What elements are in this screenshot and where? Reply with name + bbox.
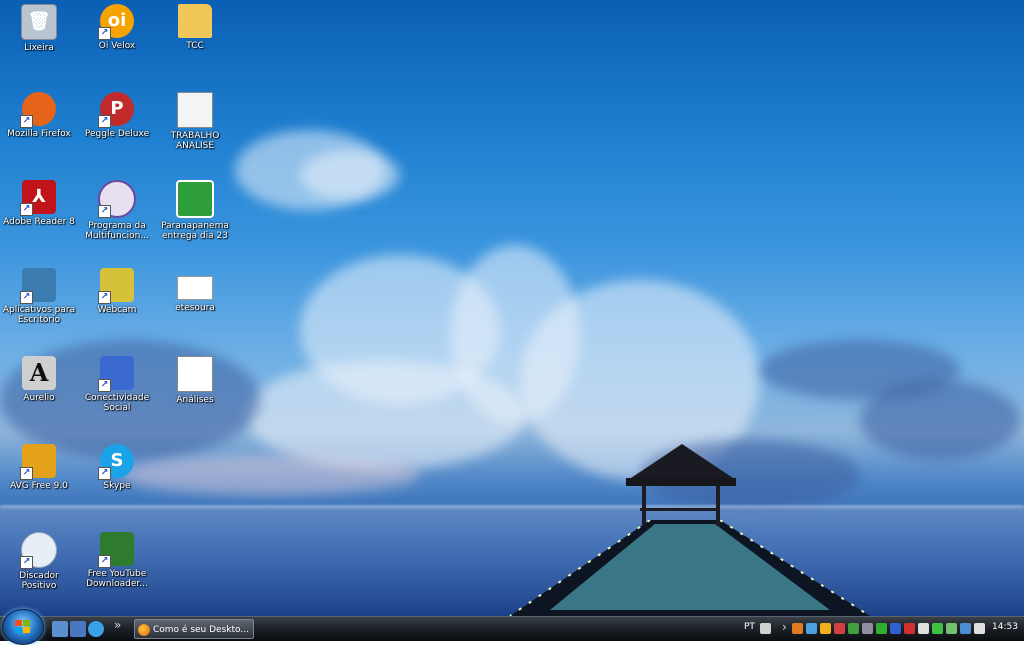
- desktop-icon-trabalho-analise[interactable]: TRABALHO ANALISE: [157, 90, 233, 170]
- hut-railing: [640, 508, 720, 527]
- text-document-icon: [177, 356, 213, 392]
- office-apps-icon: ↗: [20, 268, 56, 304]
- clock[interactable]: 14:53: [992, 622, 1018, 632]
- calc-spreadsheet-icon: [176, 180, 214, 218]
- document-icon: [177, 276, 213, 300]
- language-indicator[interactable]: PT: [744, 622, 755, 632]
- desktop-icon-aurelio[interactable]: A Aurelio: [1, 354, 77, 434]
- shortcut-arrow-icon: ↗: [20, 467, 33, 480]
- wallpaper-cloud: [300, 150, 400, 200]
- volume-icon[interactable]: [974, 623, 985, 634]
- desktop-icon-paranapanema[interactable]: Paranapanema entrega dia 23: [157, 178, 233, 258]
- shortcut-arrow-icon: ↗: [98, 291, 111, 304]
- internet-explorer-icon[interactable]: [88, 621, 104, 637]
- desktop-icon-peggle[interactable]: P ↗ Peggle Deluxe: [79, 90, 155, 170]
- power-icon[interactable]: [946, 623, 957, 634]
- shortcut-arrow-icon: ↗: [20, 556, 33, 569]
- hut-roof: [628, 444, 736, 480]
- spreadsheet-document-icon: [177, 92, 213, 128]
- peggle-icon: P ↗: [98, 92, 134, 128]
- show-desktop-icon[interactable]: [52, 621, 68, 637]
- hut-eave: [626, 478, 736, 486]
- folder-icon: [178, 4, 212, 38]
- recycle-bin-icon: 🗑: [21, 4, 57, 40]
- skype-icon: S ↗: [98, 444, 134, 480]
- shortcut-arrow-icon: ↗: [20, 203, 33, 216]
- shortcut-arrow-icon: ↗: [98, 205, 111, 218]
- network-icon[interactable]: [960, 623, 971, 634]
- desktop-icon-analises[interactable]: Análises: [157, 354, 233, 434]
- aurelio-dictionary-icon: A: [22, 356, 56, 390]
- display-icon[interactable]: [862, 623, 873, 634]
- desktop-icon-oi-velox[interactable]: oi ↗ Oi Velox: [79, 2, 155, 82]
- msn-icon[interactable]: [820, 623, 831, 634]
- pier-walkway: [509, 520, 871, 616]
- switch-windows-icon[interactable]: [70, 621, 86, 637]
- shortcut-arrow-icon: ↗: [20, 115, 33, 128]
- avg-antivirus-icon: ↗: [20, 444, 56, 480]
- tray-expand-icon[interactable]: ›: [782, 620, 787, 634]
- dialer-icon: ↗: [20, 532, 57, 569]
- shortcut-arrow-icon: ↗: [98, 467, 111, 480]
- bluetooth-icon[interactable]: [890, 623, 901, 634]
- wallpaper-cloud: [245, 360, 525, 470]
- speaker-tray-icon[interactable]: [918, 623, 929, 634]
- antivirus-tray-icon[interactable]: [904, 623, 915, 634]
- java-icon[interactable]: [792, 623, 803, 634]
- desktop-icon-etesoura[interactable]: etesoura: [157, 266, 233, 346]
- webcam-icon: ↗: [98, 268, 134, 304]
- desktop-icon-aplicativos[interactable]: ↗ Aplicativos para Escritório: [1, 266, 77, 346]
- taskbar-window-button[interactable]: Como é seu Deskto...: [134, 619, 254, 639]
- network-app-icon[interactable]: [806, 623, 817, 634]
- shortcut-arrow-icon: ↗: [98, 555, 111, 568]
- desktop-icon-lixeira[interactable]: 🗑 Lixeira: [1, 2, 77, 82]
- desktop-icon-youtube-downloader[interactable]: ↗ Free YouTube Downloader...: [79, 530, 155, 610]
- update-icon[interactable]: [876, 623, 887, 634]
- shortcut-arrow-icon: ↗: [98, 115, 111, 128]
- wallpaper-cloud: [860, 380, 1020, 460]
- oi-velox-icon: oi ↗: [98, 4, 134, 40]
- youtube-downloader-icon: ↗: [98, 532, 134, 568]
- security-icon[interactable]: [834, 623, 845, 634]
- desktop-icon-multifuncional[interactable]: ↗ Programa da Multifuncion...: [79, 178, 155, 258]
- wallpaper-cloud: [120, 455, 420, 495]
- taskbar-window-label: Como é seu Deskto...: [153, 625, 249, 635]
- desktop-icon-skype[interactable]: S ↗ Skype: [79, 442, 155, 522]
- desktop-wallpaper: 🗑 Lixeira ↗ Mozilla Firefox ⅄ ↗ Adobe Rea…: [0, 0, 1024, 616]
- avg-tray-icon[interactable]: [848, 623, 859, 634]
- shortcut-arrow-icon: ↗: [20, 291, 33, 304]
- shortcut-arrow-icon: ↗: [98, 27, 111, 40]
- desktop-icon-discador[interactable]: ↗ Discador Positivo: [1, 530, 77, 610]
- desktop-icon-adobe-reader[interactable]: ⅄ ↗ Adobe Reader 8: [1, 178, 77, 258]
- adobe-reader-icon: ⅄ ↗: [20, 180, 56, 216]
- multifunction-printer-icon: ↗: [98, 180, 136, 218]
- desktop-icon-tcc[interactable]: TCC: [157, 2, 233, 82]
- taskbar: » Como é seu Deskto... PT › 14:53: [0, 609, 1024, 645]
- desktop-icon-avg[interactable]: ↗ AVG Free 9.0: [1, 442, 77, 522]
- desktop-icon-firefox[interactable]: ↗ Mozilla Firefox: [1, 90, 77, 170]
- desktop-icon-webcam[interactable]: ↗ Webcam: [79, 266, 155, 346]
- quick-launch-overflow-icon[interactable]: »: [114, 618, 121, 632]
- shortcut-arrow-icon: ↗: [98, 379, 111, 392]
- firefox-icon: [138, 624, 150, 636]
- windows-flag-icon: [15, 620, 31, 634]
- firefox-icon: ↗: [20, 92, 56, 128]
- conectividade-social-icon: ↗: [98, 356, 134, 392]
- desktop-icon-conectividade[interactable]: ↗ Conectividade Social: [79, 354, 155, 434]
- keyboard-icon[interactable]: [760, 623, 771, 634]
- check-icon[interactable]: [932, 623, 943, 634]
